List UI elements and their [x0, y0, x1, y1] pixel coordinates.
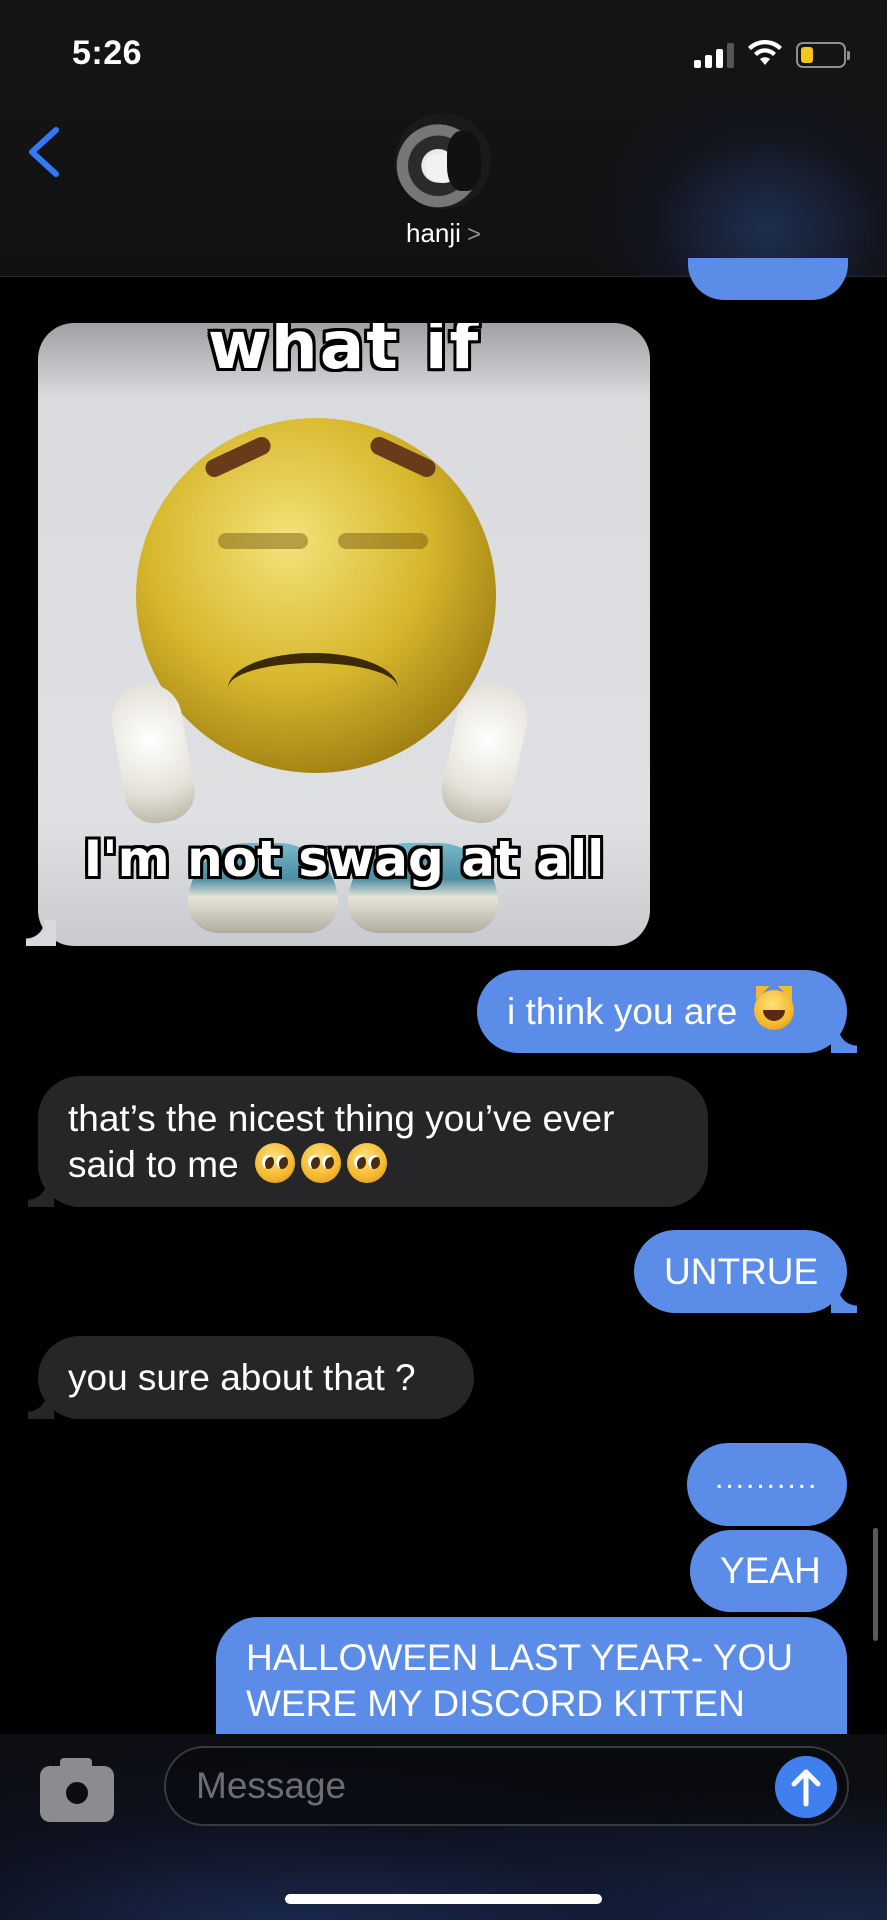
message-text-line-1: that’s the nicest thing you’ve ever [68, 1098, 615, 1139]
pleading-face-emoji [300, 1143, 341, 1183]
chevron-right-icon: > [466, 221, 481, 248]
message-input[interactable]: Message [164, 1746, 849, 1826]
message-text: YEAH [720, 1550, 821, 1591]
conversation-header: 5:26 hanji > [0, 0, 887, 277]
frown [228, 653, 398, 723]
cellular-signal-icon [694, 42, 736, 68]
outgoing-message[interactable]: UNTRUE [634, 1230, 857, 1313]
meme-caption-bottom: I'm not swag at all [83, 830, 605, 888]
eyelid-left [218, 533, 308, 549]
previous-outgoing-bubble[interactable] [688, 258, 848, 300]
message-text: .......... [715, 1462, 819, 1495]
incoming-message[interactable]: you sure about that ? [28, 1336, 474, 1419]
home-indicator[interactable] [285, 1894, 602, 1904]
battery-low-icon [796, 42, 850, 68]
incoming-message[interactable]: that’s the nicest thing you’ve ever said… [28, 1076, 708, 1207]
eyelid-right [338, 533, 428, 549]
message-text-line-1: HALLOWEEN LAST YEAR- YOU [246, 1637, 793, 1678]
outgoing-message[interactable]: YEAH [690, 1530, 847, 1612]
scrollbar[interactable] [873, 1528, 878, 1641]
meme-bubble-tail [26, 920, 56, 946]
message-text-line-2: said to me [68, 1142, 678, 1188]
message-text-line-2: WERE MY DISCORD KITTEN [246, 1683, 745, 1724]
grinning-cat-emoji [753, 986, 794, 1030]
send-arrow-icon[interactable] [775, 1756, 837, 1818]
message-text: i think you are [507, 991, 738, 1032]
message-input-placeholder: Message [196, 1765, 347, 1806]
meme-image-message[interactable]: what if I'm not swag at all [38, 323, 650, 946]
compose-bar: Message [0, 1734, 887, 1920]
contact-name-link[interactable]: hanji > [0, 218, 887, 249]
pleading-face-emoji [254, 1143, 295, 1183]
meme-caption-top: what if [207, 323, 481, 384]
wifi-icon [748, 39, 782, 65]
message-text: you sure about that ? [68, 1357, 416, 1398]
message-text: UNTRUE [664, 1251, 819, 1292]
status-time: 5:26 [72, 34, 143, 72]
chevron-left-icon[interactable] [24, 124, 64, 180]
message-text-line-2-text: said to me [68, 1144, 239, 1185]
outgoing-message[interactable]: HALLOWEEN LAST YEAR- YOU WERE MY DISCORD… [216, 1617, 847, 1737]
outgoing-message[interactable]: i think you are [477, 970, 857, 1053]
camera-icon[interactable] [40, 1758, 114, 1822]
contact-avatar[interactable] [395, 113, 491, 209]
outgoing-message[interactable]: .......... [687, 1443, 847, 1526]
pleading-face-emoji [346, 1143, 387, 1183]
contact-name: hanji [406, 218, 461, 248]
